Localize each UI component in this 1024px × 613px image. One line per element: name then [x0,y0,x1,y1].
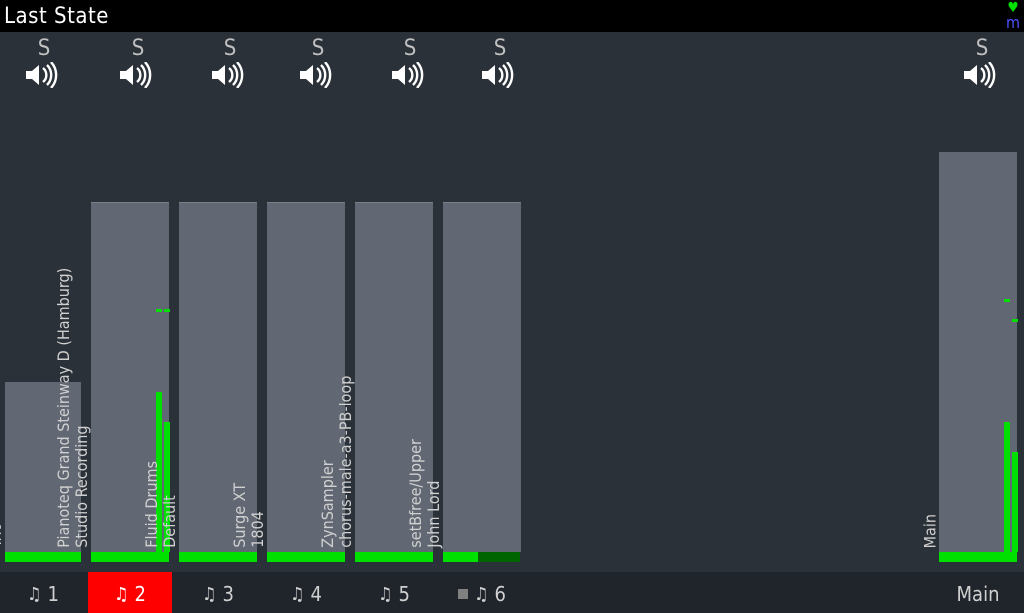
speaker-icon[interactable] [210,62,244,92]
fader-tick [91,202,169,203]
meter-left [1004,422,1010,552]
note-icon: ♫ [290,584,305,605]
note-icon: ♫ [378,584,393,605]
solo-button[interactable]: S [24,36,64,61]
footer-label: 2 [135,582,146,606]
speaker-icon[interactable] [24,62,58,92]
channel-label: Raffo SynthTrio [0,465,6,548]
note-icon: ♫ [114,584,129,605]
footer-label: 1 [48,582,59,606]
footer-tab-3[interactable]: ♫3 [176,572,260,613]
fader-tick [443,202,521,203]
footer-label: 4 [311,582,322,606]
fader-tick [267,202,345,203]
fader-tick [355,202,433,203]
solo-row: SSSSSSS [0,32,1024,60]
note-icon: ♫ [202,584,217,605]
footer-tab-2[interactable]: ♫2 [88,572,172,613]
page-title: Last State [4,4,109,29]
solo-button[interactable]: S [118,36,158,61]
footer-tab-5[interactable]: ♫5 [352,572,436,613]
status-letter: m [1006,15,1020,31]
channel-label-line2: Default [162,461,180,548]
solo-button[interactable]: S [298,36,338,61]
channel-label-line2: Studio Recording [74,268,92,548]
speaker-row [0,60,1024,96]
footer-bar: ♫1♫2♫3♫4♫5♫6Main [0,572,1024,613]
peak-right [1012,319,1018,322]
channel-label: setBfree/UpperJohn Lord [407,439,444,548]
footer-tab-main[interactable]: Main [936,572,1020,613]
solo-button[interactable]: S [480,36,520,61]
level-base [443,552,478,562]
footer-label: 5 [399,582,410,606]
channel-label: Pianoteq Grand Steinway D (Hamburg)Studi… [55,268,92,548]
footer-label: 6 [495,582,506,606]
level-base [5,552,81,562]
speaker-icon[interactable] [118,62,152,92]
channel-label-line1: ZynSampler [319,376,337,548]
channel-label: ZynSamplerchorus-male-a3-PB-loop [319,376,356,548]
level-base [355,552,433,562]
peak-right [164,309,170,312]
mixer-area: Raffo SynthTrio Pianoteq Grand Steinway D… [0,102,1024,572]
footer-tab-1[interactable]: ♫1 [2,572,84,613]
square-icon [458,589,468,599]
channel-label-line2: chorus-male-a3-PB-loop [338,376,356,548]
channel-main[interactable]: Main [936,102,1020,572]
footer-tab-4[interactable]: ♫4 [264,572,348,613]
channel-label: Main [922,514,940,548]
footer-tab-6[interactable]: ♫6 [440,572,524,613]
channel-label: Fluid DrumsDefault [143,461,180,548]
speaker-icon[interactable] [298,62,332,92]
fader-tick [179,202,257,203]
footer-label: Main [957,582,1000,606]
fader[interactable] [443,202,521,552]
channel-label-line1: Fluid Drums [143,461,161,548]
channel-label-line2: John Lord [426,439,444,548]
peak-left [1004,299,1010,302]
level-base [91,552,169,562]
speaker-icon[interactable] [480,62,514,92]
solo-button[interactable]: S [210,36,250,61]
footer-label: 3 [223,582,234,606]
channel-label-line1: Pianoteq Grand Steinway D (Hamburg) [55,268,73,548]
level-base [179,552,257,562]
channel-label: Surge XT1804 [231,483,268,548]
speaker-icon[interactable] [962,62,996,92]
note-icon: ♫ [474,584,489,605]
meter-right [1012,452,1018,552]
note-icon: ♫ [27,584,42,605]
channel-label-line1: Main [922,514,940,548]
channel-label-line1: Surge XT [231,483,249,548]
peak-left [156,309,162,312]
channel-label-line1: setBfree/Upper [407,439,425,548]
channel-6[interactable]: setBfree/UpperJohn Lord [440,102,524,572]
level-base [267,552,345,562]
level-base-dim [478,552,520,562]
speaker-icon[interactable] [390,62,424,92]
header-bar: Last State ♥ m [0,0,1024,32]
level-base [939,552,1017,562]
solo-button[interactable]: S [390,36,430,61]
channel-label-line2: 1804 [250,483,268,548]
header-status: ♥ m [1006,1,1020,31]
solo-button[interactable]: S [962,36,1002,61]
channel-label-line2: Trio [0,465,6,548]
